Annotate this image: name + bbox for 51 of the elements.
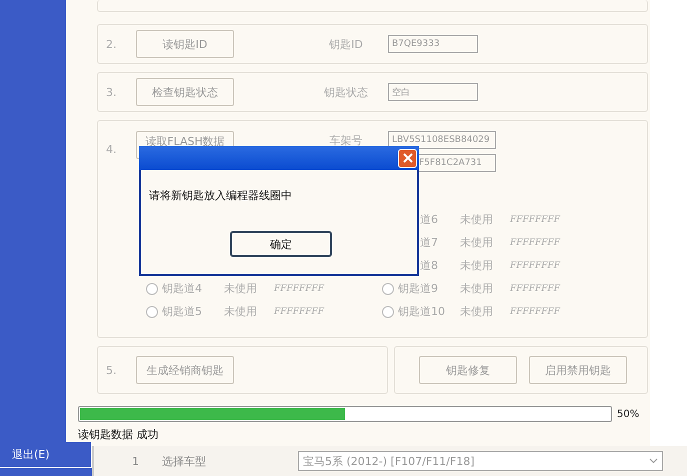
- radio-button[interactable]: [146, 306, 158, 318]
- slot-status: 未使用: [460, 304, 494, 319]
- dialog-message: 请将新钥匙放入编程器线圈中: [149, 188, 293, 203]
- exit-button[interactable]: 退出(E): [0, 442, 92, 468]
- field-label: 车架号: [328, 133, 364, 148]
- slot-label: 道7: [419, 235, 439, 250]
- ok-button[interactable]: 确定: [230, 231, 332, 257]
- row-number: 1: [132, 454, 140, 468]
- model-select[interactable]: 宝马5系 (2012-) [F107/F11/F18]: [298, 451, 663, 471]
- value-field[interactable]: LBV5S1108ESB84029: [388, 131, 496, 149]
- field-label: 钥匙状态: [323, 84, 369, 100]
- slot-label: 道8: [419, 258, 439, 273]
- close-icon: [402, 153, 412, 163]
- value-field[interactable]: 空白: [388, 83, 478, 101]
- slot-label: 钥匙道5: [162, 304, 203, 319]
- slot-value: FFFFFFFF: [510, 214, 560, 224]
- slot-label: 钥匙道9: [398, 281, 439, 296]
- slot-label: 钥匙道10: [398, 304, 446, 319]
- step-button[interactable]: 读钥匙ID: [136, 30, 234, 58]
- slot-value: FFFFFFFF: [510, 306, 560, 316]
- step-button[interactable]: 启用禁用钥匙: [529, 356, 627, 384]
- slot-status: 未使用: [460, 235, 494, 250]
- step-button[interactable]: 检查钥匙状态: [136, 78, 234, 106]
- slot-label: 道6: [419, 212, 439, 227]
- slot-status: 未使用: [224, 281, 258, 296]
- slot-value: FFFFFFFF: [274, 306, 324, 316]
- slot-status: 未使用: [460, 281, 494, 296]
- step-number: 3.: [105, 86, 118, 98]
- step-button[interactable]: 生成经销商钥匙: [136, 356, 234, 384]
- step-number: 2.: [105, 38, 118, 50]
- radio-button[interactable]: [146, 282, 158, 294]
- chevron-icon: [649, 458, 658, 464]
- field-label: 钥匙ID: [328, 36, 364, 52]
- slot-value: FFFFFFFF: [510, 284, 560, 294]
- radio-button[interactable]: [382, 282, 394, 294]
- progress-reading: 50%: [617, 408, 640, 420]
- slot-status: 未使用: [460, 258, 494, 273]
- slot-status: 未使用: [460, 212, 494, 227]
- slot-label: 钥匙道4: [162, 281, 203, 296]
- slot-value: FFFFFFFF: [274, 284, 324, 294]
- radio-button[interactable]: [382, 306, 394, 318]
- slot-value: FFFFFFFF: [510, 260, 560, 270]
- value-field[interactable]: B7QE9333: [388, 35, 478, 53]
- status-text: 读钥匙数据 成功: [78, 427, 160, 442]
- close-button[interactable]: [398, 148, 417, 168]
- slot-status: 未使用: [224, 304, 258, 319]
- slot-value: FFFFFFFF: [510, 238, 560, 248]
- step-number: 5.: [105, 364, 118, 376]
- step-button[interactable]: 钥匙修复: [419, 356, 517, 384]
- row-label: 选择车型: [162, 454, 207, 468]
- step-number: 4.: [105, 143, 118, 156]
